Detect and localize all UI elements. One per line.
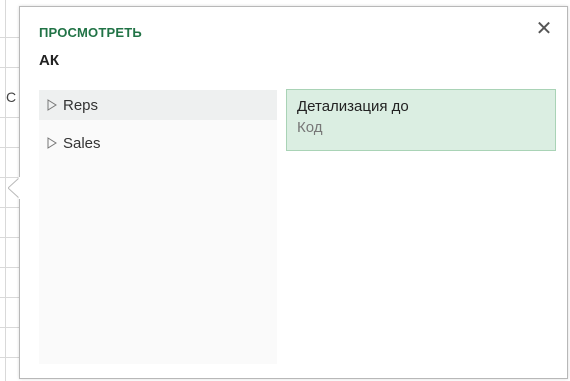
drill-to-value: Код xyxy=(297,119,323,136)
column-gridline xyxy=(5,0,6,381)
callout-pointer-icon xyxy=(8,177,21,199)
field-item-sales[interactable]: Sales xyxy=(39,128,277,158)
drill-to-title: Детализация до xyxy=(297,98,409,115)
popup-title: ПРОСМОТРЕТЬ xyxy=(39,25,142,40)
drill-to-button[interactable]: Детализация до Код xyxy=(286,89,556,151)
close-icon: ✕ xyxy=(535,18,553,40)
field-list: Reps Sales xyxy=(39,90,277,364)
sheet-cell-text[interactable]: C xyxy=(6,89,16,105)
expand-triangle-icon xyxy=(47,99,57,111)
expand-triangle-icon xyxy=(47,137,57,149)
explore-popup: ПРОСМОТРЕТЬ АК ✕ Reps Sales Детализация … xyxy=(19,6,568,379)
close-button[interactable]: ✕ xyxy=(534,19,554,39)
field-label: Sales xyxy=(63,134,101,152)
field-label: Reps xyxy=(63,96,99,114)
popup-subtitle: АК xyxy=(39,52,59,69)
field-item-reps[interactable]: Reps xyxy=(39,90,277,120)
